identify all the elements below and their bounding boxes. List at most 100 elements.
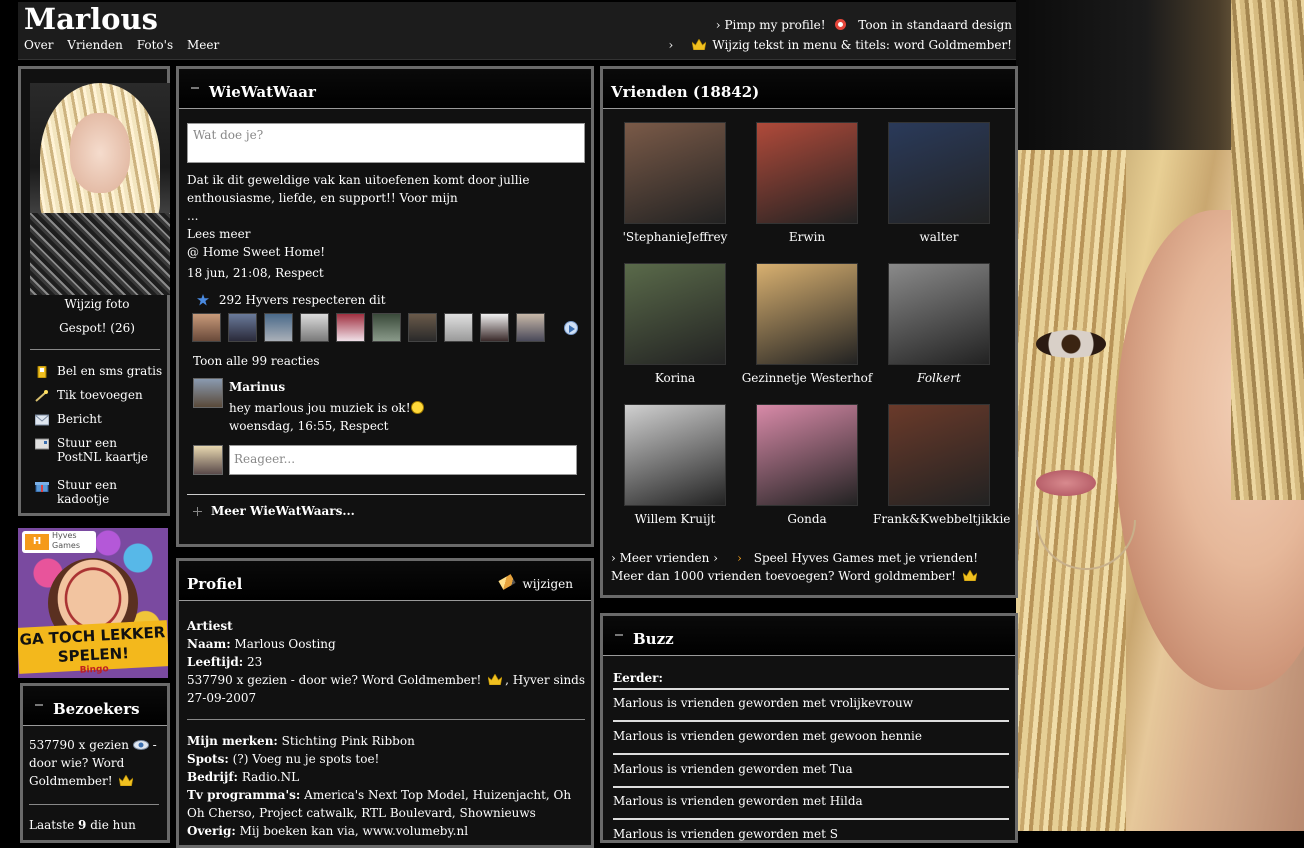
- background-photo: [1016, 0, 1304, 831]
- next-arrow-icon[interactable]: [564, 321, 578, 335]
- play-games-link[interactable]: Speel Hyves Games met je vrienden!: [754, 551, 978, 565]
- menu-bericht[interactable]: Bericht: [35, 412, 102, 426]
- buzz-earlier-label: Eerder:: [613, 671, 1009, 685]
- friend-name[interactable]: 'StephanieJeffrey: [609, 230, 741, 244]
- visitors-last-prefix: Laatste: [29, 818, 75, 832]
- nav-meer[interactable]: Meer: [187, 38, 219, 52]
- hyves-games-logo: H Hyves Games: [22, 531, 96, 553]
- spotted-link[interactable]: Gespot! (26): [21, 321, 173, 335]
- smiley-icon: [410, 401, 424, 414]
- more-wiewatwaars-label: Meer WieWatWaars...: [211, 504, 355, 518]
- friend-photo[interactable]: [756, 122, 858, 224]
- buzz-item: Marlous is vrienden geworden met Hilda: [613, 794, 863, 808]
- pimp-profile-link[interactable]: Pimp my profile!: [724, 18, 825, 32]
- friend-name[interactable]: Folkert: [873, 371, 1005, 385]
- arrow-icon: ›: [611, 551, 616, 565]
- nav-vrienden[interactable]: Vrienden: [67, 38, 123, 52]
- collapse-icon[interactable]: [191, 87, 199, 89]
- friends-goldmember-link[interactable]: Meer dan 1000 vrienden toevoegen? Word g…: [611, 569, 956, 583]
- friend-tile[interactable]: Erwin: [741, 122, 873, 244]
- own-avatar: [193, 445, 223, 475]
- show-all-reactions-link[interactable]: Toon alle 99 reacties: [193, 352, 320, 370]
- respect-avatar[interactable]: [372, 313, 401, 342]
- friend-photo[interactable]: [624, 122, 726, 224]
- menu-tik-toevoegen[interactable]: Tik toevoegen: [35, 388, 143, 402]
- nav-over[interactable]: Over: [24, 38, 53, 52]
- respect-summary[interactable]: 292 Hyvers respecteren dit: [197, 291, 386, 309]
- respect-avatar[interactable]: [444, 313, 473, 342]
- friend-photo[interactable]: [888, 263, 990, 365]
- friend-photo[interactable]: [888, 404, 990, 506]
- menu-label: Bel en sms gratis: [57, 364, 163, 378]
- friend-name[interactable]: Frank&Kwebbeltjikkie: [873, 512, 1010, 526]
- menu-label: Stuur een kadootje: [57, 478, 117, 506]
- spots-link[interactable]: (?) Voeg nu je spots toe!: [233, 752, 380, 766]
- avatar[interactable]: [30, 83, 170, 295]
- respect-avatar[interactable]: [516, 313, 545, 342]
- friend-tile[interactable]: walter: [873, 122, 1005, 244]
- change-photo-link[interactable]: Wijzig foto: [21, 297, 173, 311]
- nav-fotos[interactable]: Foto's: [137, 38, 173, 52]
- commenter-avatar[interactable]: [193, 378, 223, 408]
- menu-postnl-kaartje[interactable]: Stuur een PostNL kaartje: [35, 436, 155, 464]
- wiewatwaar-header: WieWatWaar: [179, 69, 591, 109]
- more-friends-link[interactable]: Meer vrienden: [620, 551, 710, 565]
- friend-name[interactable]: Gezinnetje Westerhof: [741, 371, 873, 385]
- buzz-item: Marlous is vrienden geworden met Tua: [613, 762, 853, 776]
- read-more-link[interactable]: Lees meer: [187, 225, 250, 243]
- friend-tile[interactable]: Folkert: [873, 263, 1005, 385]
- respect-avatar[interactable]: [300, 313, 329, 342]
- friend-tile[interactable]: Gonda: [741, 404, 873, 526]
- friend-name[interactable]: walter: [873, 230, 1005, 244]
- post-text: Dat ik dit geweldige vak kan uitoefenen …: [187, 173, 530, 205]
- respect-avatar[interactable]: [228, 313, 257, 342]
- profile-views-link[interactable]: 537790 x gezien - door wie? Word Goldmem…: [187, 673, 481, 687]
- friend-name[interactable]: Gonda: [741, 512, 873, 526]
- friend-name[interactable]: Willem Kruijt: [609, 512, 741, 526]
- hyves-games-ad[interactable]: H Hyves Games GA TOCH LEKKER SPELEN! Bin…: [18, 528, 168, 678]
- ad-brand-sub: Games: [52, 541, 80, 550]
- divider: [613, 688, 1009, 690]
- respect-avatar[interactable]: [192, 313, 221, 342]
- standard-design-link[interactable]: Toon in standaard design: [858, 18, 1012, 32]
- collapse-icon[interactable]: [615, 634, 623, 636]
- collapse-icon[interactable]: [35, 704, 43, 706]
- friend-photo[interactable]: [624, 404, 726, 506]
- respect-avatar[interactable]: [408, 313, 437, 342]
- gift-icon: [35, 482, 49, 492]
- goldmember-link[interactable]: Wijzig tekst in menu & titels: word Gold…: [712, 38, 1012, 52]
- friend-tile[interactable]: Korina: [609, 263, 741, 385]
- profile-edit-link[interactable]: wijzigen: [498, 574, 573, 591]
- post-location: @ Home Sweet Home!: [187, 245, 326, 259]
- respect-avatar[interactable]: [336, 313, 365, 342]
- friend-photo[interactable]: [756, 404, 858, 506]
- friend-photo[interactable]: [756, 263, 858, 365]
- friend-photo[interactable]: [888, 122, 990, 224]
- friend-name[interactable]: Korina: [609, 371, 741, 385]
- visitors-header: Bezoekers: [23, 686, 167, 726]
- visitors-views: 537790 x gezien: [29, 738, 129, 752]
- reply-input[interactable]: Reageer...: [229, 445, 577, 475]
- friend-name[interactable]: Erwin: [741, 230, 873, 244]
- friend-tile[interactable]: Willem Kruijt: [609, 404, 741, 526]
- spots-label: Spots:: [187, 752, 229, 766]
- friend-tile[interactable]: 'StephanieJeffrey: [609, 122, 741, 244]
- more-wiewatwaars-link[interactable]: Meer WieWatWaars...: [211, 502, 355, 520]
- respect-count: 292 Hyvers respecteren dit: [218, 293, 386, 307]
- tv-label: Tv programma's:: [187, 788, 301, 802]
- menu-label: Stuur een PostNL kaartje: [57, 436, 149, 464]
- friend-tile[interactable]: Frank&Kwebbeltjikkie: [873, 404, 1010, 526]
- friend-tile[interactable]: Gezinnetje Westerhof: [741, 263, 873, 385]
- respect-avatars: [192, 313, 545, 342]
- menu-bel-sms[interactable]: Bel en sms gratis: [35, 364, 162, 378]
- status-input[interactable]: Wat doe je?: [187, 123, 585, 163]
- menu-kadootje[interactable]: Stuur een kadootje: [35, 478, 167, 506]
- divider: [613, 753, 1009, 755]
- respect-avatar[interactable]: [264, 313, 293, 342]
- comment-author[interactable]: Marinus: [229, 378, 285, 396]
- friend-photo[interactable]: [624, 263, 726, 365]
- divider: [613, 818, 1009, 820]
- profile-age-label: Leeftijd:: [187, 655, 244, 669]
- lifebuoy-icon: [835, 19, 847, 30]
- respect-avatar[interactable]: [480, 313, 509, 342]
